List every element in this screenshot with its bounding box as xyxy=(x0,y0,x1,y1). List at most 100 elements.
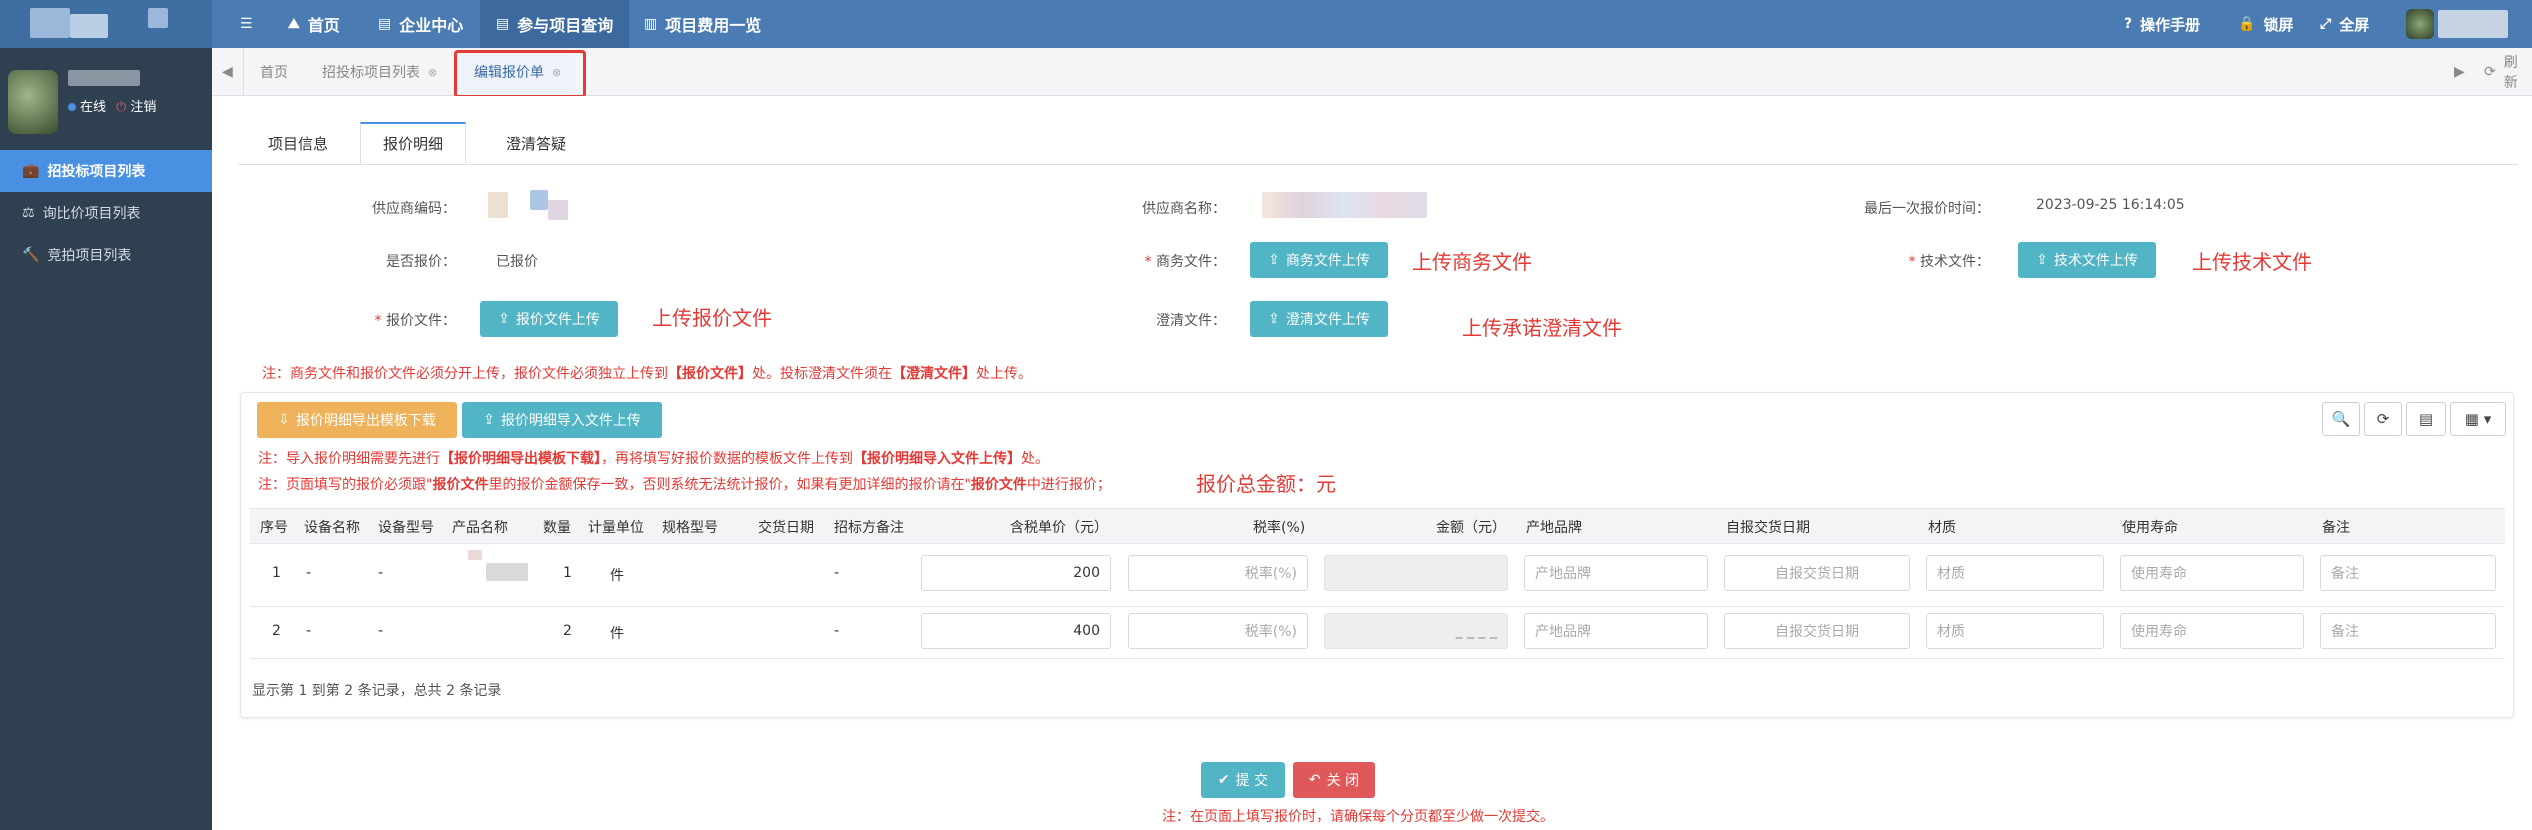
upload-icon: ⇪ xyxy=(498,311,510,327)
col-header: 产品名称 xyxy=(452,520,508,536)
close-button[interactable]: ↶ 关 闭 xyxy=(1293,762,1375,798)
nav-label: 项目费用一览 xyxy=(665,16,762,35)
search-icon: 🔍 xyxy=(2331,410,2351,428)
note-emph: 【报价文件】 xyxy=(668,366,752,382)
cell-unit: 件 xyxy=(610,568,624,584)
tabs-scroll-right-button[interactable]: ▶ xyxy=(2444,48,2476,96)
cell-equipment: - xyxy=(306,623,312,639)
tabs-scroll-left-button[interactable]: ◀ xyxy=(212,48,244,96)
price-file-upload-button[interactable]: ⇪ 报价文件上传 xyxy=(480,301,618,337)
download-icon: ⇩ xyxy=(278,412,290,428)
reply-icon: ↶ xyxy=(1308,772,1321,788)
note-import: 注：导入报价明细需要先进行【报价明细导出模板下载】，再将填写好报价数据的模板文件… xyxy=(258,448,1049,468)
refresh-icon: ⟳ xyxy=(2376,410,2390,428)
button-label: 提 交 xyxy=(1235,773,1269,789)
delivery-date-input[interactable]: 自报交货日期 xyxy=(1724,613,1910,649)
col-header: 交货日期 xyxy=(758,520,814,536)
nav-fullscreen[interactable]: ⤢ 全屏 xyxy=(2304,0,2385,48)
tab-home[interactable]: 首页 xyxy=(246,48,302,96)
columns-dropdown-button[interactable]: ▦ ▾ xyxy=(2450,402,2506,436)
button-label: 报价明细导出模板下载 xyxy=(295,413,436,429)
nav-manual[interactable]: ? 操作手册 xyxy=(2108,0,2216,48)
subtab-label: 项目信息 xyxy=(268,134,329,153)
material-input[interactable]: 材质 xyxy=(1926,613,2104,649)
row-divider xyxy=(250,658,2505,659)
button-label: 报价文件上传 xyxy=(515,312,600,328)
note-input[interactable]: 备注 xyxy=(2320,555,2496,591)
hamburger-icon: ☰ xyxy=(240,16,253,32)
delivery-date-input[interactable]: 自报交货日期 xyxy=(1724,555,1910,591)
tab-quote-detail[interactable]: 报价明细 xyxy=(360,122,467,164)
col-header: 计量单位 xyxy=(588,520,644,536)
note-emph: 【报价明细导入文件上传】 xyxy=(853,451,1021,467)
unit-price-input[interactable]: 400 xyxy=(921,613,1111,649)
search-button[interactable]: 🔍 xyxy=(2322,402,2360,436)
upload-icon: ⇪ xyxy=(483,412,495,428)
tab-project-info[interactable]: 项目信息 xyxy=(246,122,350,164)
col-header: 序号 xyxy=(260,520,288,536)
subtab-divider xyxy=(238,164,2518,165)
origin-brand-input[interactable]: 产地品牌 xyxy=(1524,555,1708,591)
col-header: 金额（元） xyxy=(1436,520,1506,536)
user-avatar[interactable] xyxy=(2406,9,2434,39)
submit-button[interactable]: ✔ 提 交 xyxy=(1201,762,1285,798)
logout-link[interactable]: ⏻ 注销 xyxy=(116,96,156,115)
product-name-mosaic xyxy=(468,550,482,560)
col-header: 规格型号 xyxy=(662,520,718,536)
export-template-button[interactable]: ⇩ 报价明细导出模板下载 xyxy=(257,402,457,438)
note-text: 注：导入报价明细需要先进行 xyxy=(258,451,440,467)
input-placeholder: 产地品牌 xyxy=(1535,624,1591,640)
sidebar-item-auction[interactable]: 🔨 竞拍项目列表 xyxy=(0,234,212,276)
label-text: 报价文件： xyxy=(386,313,456,329)
subtab-label: 澄清答疑 xyxy=(506,134,567,153)
note-emph: 报价文件 xyxy=(970,477,1027,493)
input-placeholder: 税率(%) xyxy=(1244,566,1297,582)
import-file-button[interactable]: ⇪ 报价明细导入文件上传 xyxy=(462,402,662,438)
toggle-view-button[interactable]: ▤ xyxy=(2406,402,2446,436)
refresh-button[interactable]: ⟳ 刷新 xyxy=(2478,48,2532,96)
label-text: 技术文件： xyxy=(1920,254,1990,270)
label-text: 商务文件： xyxy=(1156,254,1226,270)
tab-bidding-list[interactable]: 招投标项目列表 ⊗ xyxy=(308,48,451,96)
cell-model: - xyxy=(378,623,384,639)
nav-enterprise[interactable]: ▤ 企业中心 xyxy=(362,0,479,48)
unit-price-input[interactable]: 200 xyxy=(921,555,1111,591)
note-input[interactable]: 备注 xyxy=(2320,613,2496,649)
tax-rate-input[interactable]: 税率(%) xyxy=(1128,613,1308,649)
note-text: 里的报价金额保存一致，否则系统无法统计报价，如果有更加详细的报价请在" xyxy=(488,477,971,493)
note-text: 注：商务文件和报价文件必须分开上传，报价文件必须独立上传到 xyxy=(262,366,668,382)
cell-qty: 2 xyxy=(563,623,572,639)
cell-bidder-remark: - xyxy=(834,623,840,639)
col-header: 设备名称 xyxy=(304,520,360,536)
nav-home[interactable]: ⛰ 首页 xyxy=(272,0,356,48)
tech-file-label: * 技术文件： xyxy=(1810,251,1990,271)
home-icon: ⛰ xyxy=(288,16,300,32)
origin-brand-input[interactable]: 产地品牌 xyxy=(1524,613,1708,649)
menu-toggle-button[interactable]: ☰ xyxy=(224,0,269,48)
clarify-file-upload-button[interactable]: ⇪ 澄清文件上传 xyxy=(1250,301,1388,337)
sidebar-item-label: 询比价项目列表 xyxy=(42,206,141,222)
nav-project-query[interactable]: ▤ 参与项目查询 xyxy=(480,0,630,48)
supplier-code-label: 供应商编码： xyxy=(372,201,456,217)
input-value: 400 xyxy=(1073,623,1100,639)
note-emph: 【澄清文件】 xyxy=(892,366,976,382)
service-life-input[interactable]: 使用寿命 xyxy=(2120,555,2304,591)
nav-lock[interactable]: 🔒 锁屏 xyxy=(2222,0,2309,48)
user-name-mosaic xyxy=(2438,10,2508,38)
biz-file-upload-button[interactable]: ⇪ 商务文件上传 xyxy=(1250,242,1388,278)
cell-no: 1 xyxy=(272,565,281,581)
material-input[interactable]: 材质 xyxy=(1926,555,2104,591)
sidebar-item-bidding[interactable]: 💼 招投标项目列表 xyxy=(0,150,212,192)
quoted-value: 已报价 xyxy=(496,254,538,270)
input-placeholder: 自报交货日期 xyxy=(1775,566,1859,582)
tech-file-upload-button[interactable]: ⇪ 技术文件上传 xyxy=(2018,242,2156,278)
double-left-icon: ◀ xyxy=(222,64,233,80)
button-label: 技术文件上传 xyxy=(2053,253,2138,269)
refresh-table-button[interactable]: ⟳ xyxy=(2364,402,2402,436)
nav-project-fees[interactable]: ▥ 项目费用一览 xyxy=(628,0,777,48)
service-life-input[interactable]: 使用寿命 xyxy=(2120,613,2304,649)
close-icon[interactable]: ⊗ xyxy=(428,66,437,79)
tab-clarification[interactable]: 澄清答疑 xyxy=(484,122,588,164)
tax-rate-input[interactable]: 税率(%) xyxy=(1128,555,1308,591)
sidebar-item-inquiry[interactable]: ⚖ 询比价项目列表 xyxy=(0,192,212,234)
